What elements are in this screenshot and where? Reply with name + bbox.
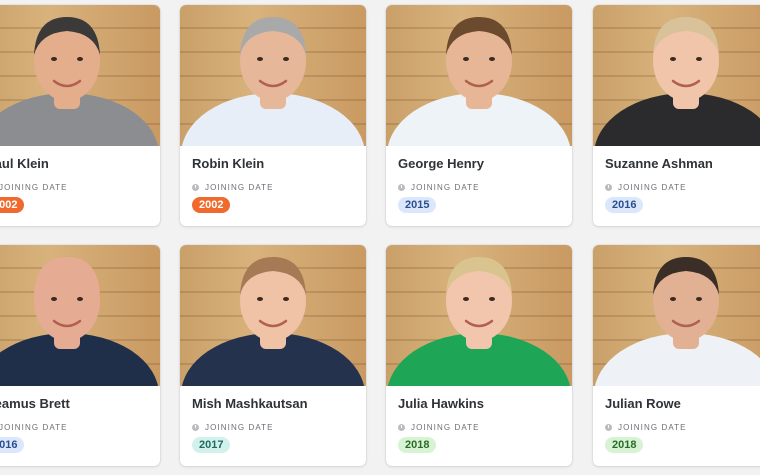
joining-date-label: JOINING DATE [0, 183, 68, 192]
member-card-2[interactable]: Robin Klein JOINING DATE 2002 [180, 5, 366, 226]
joining-year-badge: 2016 [0, 437, 25, 453]
joining-year-badge: 2018 [398, 437, 437, 453]
clock-icon [192, 184, 199, 191]
joining-date-text: JOINING DATE [618, 423, 687, 432]
portrait-icon [388, 257, 570, 386]
joining-date-label: JOINING DATE [192, 183, 274, 192]
member-name: Seamus Brett [0, 396, 70, 411]
member-card-6[interactable]: Mish Mashkautsan JOINING DATE 2017 [180, 245, 366, 466]
member-name: Robin Klein [192, 156, 265, 171]
portrait-icon [0, 257, 158, 386]
member-name: Julian Rowe [605, 396, 681, 411]
joining-year-badge: 2015 [398, 197, 437, 213]
joining-date-text: JOINING DATE [0, 423, 68, 432]
member-photo [180, 245, 366, 386]
joining-date-text: JOINING DATE [411, 183, 480, 192]
member-name: George Henry [398, 156, 484, 171]
member-name: Suzanne Ashman [605, 156, 713, 171]
clock-icon [605, 184, 612, 191]
member-card-3[interactable]: George Henry JOINING DATE 2015 [386, 5, 572, 226]
joining-date-text: JOINING DATE [618, 183, 687, 192]
member-photo [593, 5, 760, 146]
portrait-icon [0, 17, 158, 146]
joining-date-label: JOINING DATE [398, 183, 480, 192]
member-photo [180, 5, 366, 146]
portrait-icon [595, 257, 760, 386]
joining-date-label: JOINING DATE [0, 423, 68, 432]
portrait-icon [182, 17, 364, 146]
member-photo [0, 5, 160, 146]
member-name: Mish Mashkautsan [192, 396, 308, 411]
member-photo [593, 245, 760, 386]
joining-date-label: JOINING DATE [398, 423, 480, 432]
joining-year-badge: 2018 [605, 437, 644, 453]
member-photo [0, 245, 160, 386]
joining-year-badge: 2002 [0, 197, 25, 213]
joining-year-badge: 2016 [605, 197, 644, 213]
clock-icon [605, 424, 612, 431]
member-card-5[interactable]: Seamus Brett JOINING DATE 2016 [0, 245, 160, 466]
member-photo [386, 5, 572, 146]
joining-date-text: JOINING DATE [205, 183, 274, 192]
portrait-icon [595, 17, 760, 146]
joining-date-label: JOINING DATE [605, 183, 687, 192]
portrait-icon [182, 257, 364, 386]
clock-icon [398, 184, 405, 191]
joining-date-text: JOINING DATE [0, 183, 68, 192]
member-card-1[interactable]: Paul Klein JOINING DATE 2002 [0, 5, 160, 226]
joining-date-text: JOINING DATE [205, 423, 274, 432]
member-card-8[interactable]: Julian Rowe JOINING DATE 2018 [593, 245, 760, 466]
member-name: Julia Hawkins [398, 396, 484, 411]
portrait-icon [388, 17, 570, 146]
member-card-4[interactable]: Suzanne Ashman JOINING DATE 2016 [593, 5, 760, 226]
member-photo [386, 245, 572, 386]
member-name: Paul Klein [0, 156, 49, 171]
joining-year-badge: 2002 [192, 197, 231, 213]
clock-icon [192, 424, 199, 431]
joining-date-label: JOINING DATE [192, 423, 274, 432]
joining-date-label: JOINING DATE [605, 423, 687, 432]
member-card-7[interactable]: Julia Hawkins JOINING DATE 2018 [386, 245, 572, 466]
clock-icon [398, 424, 405, 431]
joining-year-badge: 2017 [192, 437, 231, 453]
joining-date-text: JOINING DATE [411, 423, 480, 432]
